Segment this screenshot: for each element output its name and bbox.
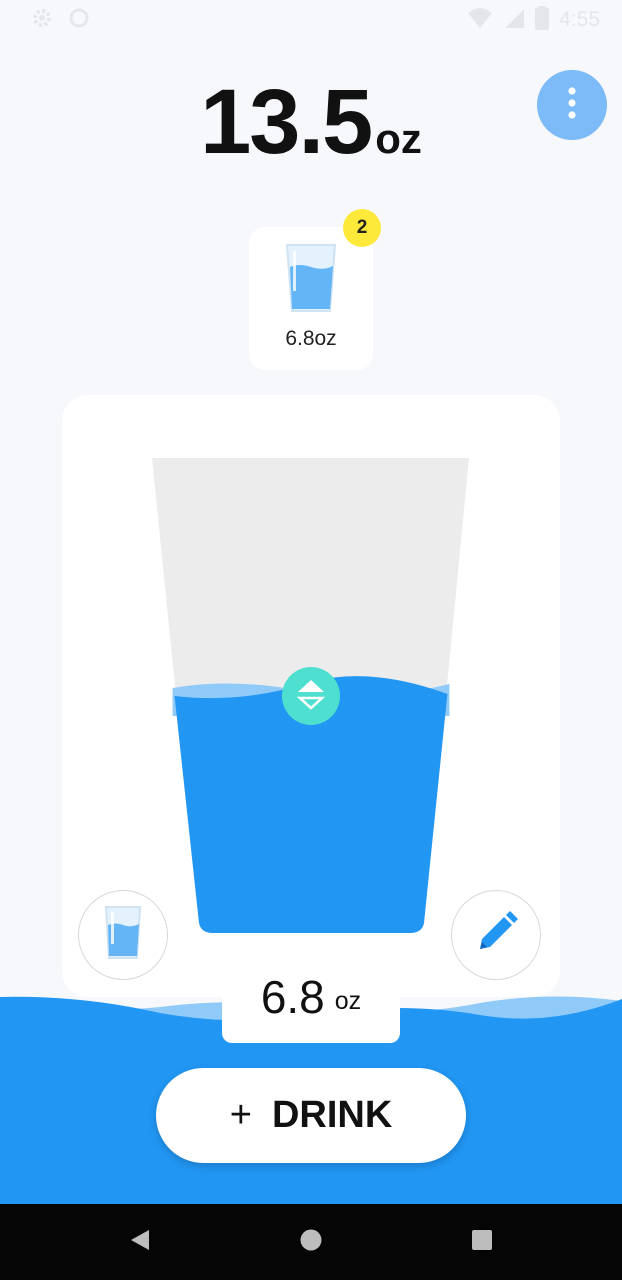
- wifi-icon: [467, 7, 493, 33]
- cup-size-label: 6.8oz: [285, 327, 337, 350]
- home-icon: [299, 1228, 323, 1256]
- cup-icon: [285, 243, 337, 319]
- settings-icon: [30, 6, 54, 34]
- recents-button[interactable]: [464, 1224, 500, 1260]
- choose-cup-button[interactable]: [78, 890, 168, 980]
- sync-icon: [68, 7, 90, 33]
- total-unit: oz: [375, 115, 422, 162]
- drink-amount-value: 6.8: [260, 970, 325, 1023]
- up-down-arrows-icon: [294, 677, 328, 715]
- water-level-handle[interactable]: [282, 667, 340, 725]
- drink-button[interactable]: + DRINK: [156, 1068, 466, 1163]
- cup-count-badge: 2: [343, 209, 381, 247]
- status-bar: 4:55: [0, 0, 622, 40]
- cup-icon: [104, 905, 142, 965]
- plus-icon: +: [229, 1094, 252, 1136]
- home-button[interactable]: [293, 1224, 329, 1260]
- menu-button[interactable]: [537, 70, 607, 140]
- battery-icon: [535, 6, 550, 34]
- total-value: 13.5: [200, 71, 373, 173]
- drink-amount-box[interactable]: 6.8 oz: [222, 950, 400, 1043]
- total-intake: 13.5oz: [0, 70, 622, 175]
- status-left: [30, 6, 90, 34]
- status-right: 4:55: [467, 6, 600, 34]
- signal-icon: [503, 7, 525, 33]
- drink-button-label: DRINK: [271, 1094, 393, 1136]
- drink-amount-unit: oz: [334, 987, 362, 1015]
- pencil-icon: [472, 909, 520, 961]
- back-button[interactable]: [122, 1224, 158, 1260]
- navigation-bar: [0, 1204, 622, 1280]
- back-icon: [129, 1228, 151, 1256]
- edit-button[interactable]: [451, 890, 541, 980]
- status-time: 4:55: [559, 8, 600, 31]
- cup-size-card[interactable]: 6.8oz: [249, 227, 373, 370]
- recents-icon: [471, 1229, 493, 1255]
- more-vertical-icon: [567, 86, 577, 124]
